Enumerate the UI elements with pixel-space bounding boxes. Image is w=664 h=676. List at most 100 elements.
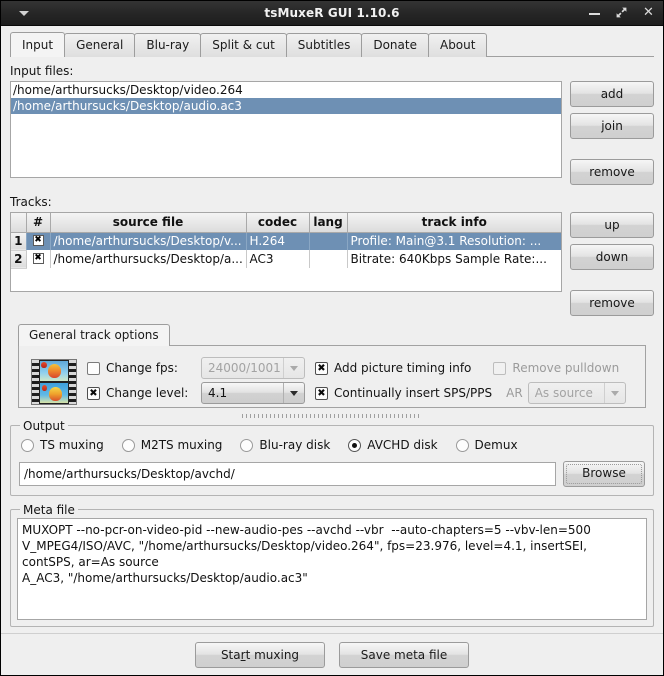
meta-file-textarea[interactable]: MUXOPT --no-pcr-on-video-pid --new-audio… [17, 518, 647, 620]
start-muxing-pre: Sta [220, 647, 241, 662]
tab-split-cut[interactable]: Split & cut [200, 33, 287, 57]
minimize-icon[interactable] [588, 6, 601, 20]
radio-m2ts-muxing[interactable]: M2TS muxing [121, 438, 222, 452]
column-header-number[interactable]: # [26, 213, 51, 233]
output-path-input[interactable]: /home/arthursucks/Desktop/avchd/ [19, 462, 556, 486]
change-level-combo[interactable]: 4.1 [201, 382, 305, 404]
output-group-label: Output [20, 419, 68, 433]
cell-lang [309, 250, 348, 268]
tab-general[interactable]: General [64, 33, 136, 57]
radio-ts-muxing[interactable]: TS muxing [21, 438, 104, 452]
panel-splitter[interactable] [10, 411, 654, 421]
continually-insert-sps-pps-label: Continually insert SPS/PPS [334, 386, 493, 400]
input-files-label: Input files: [10, 64, 74, 78]
start-muxing-button[interactable]: Start muxing [195, 641, 325, 668]
tracks-label: Tracks: [10, 195, 52, 209]
output-mode-radios: TS muxing M2TS muxing Blu-ray disk AVCHD… [21, 438, 645, 452]
splitter-handle-icon [242, 414, 422, 418]
track-options-grid: Change fps: 24000/1001 Add picture timin… [87, 356, 639, 405]
column-header-codec[interactable]: codec [246, 213, 310, 233]
move-up-button[interactable]: up [570, 212, 654, 238]
radio-demux-label: Demux [474, 438, 518, 452]
move-down-button[interactable]: down [570, 244, 654, 270]
input-files-row: /home/arthursucks/Desktop/video.264 /hom… [10, 81, 654, 185]
tab-input[interactable]: Input [10, 32, 66, 57]
tracks-table[interactable]: # source file codec lang track info 1 ✖ … [10, 212, 562, 292]
radio-avchd-disk[interactable]: AVCHD disk [348, 438, 438, 452]
column-header-corner [11, 213, 27, 233]
list-item[interactable]: /home/arthursucks/Desktop/audio.ac3 [11, 98, 561, 114]
cell-source-file: /home/arthursucks/Desktop/v... [50, 232, 247, 250]
continually-insert-sps-pps-checkbox[interactable]: Continually insert SPS/PPS [315, 386, 492, 400]
tsmuxer-gui-window: tsMuxeR GUI 1.10.6 ✕ Input General Blu-ray… [0, 0, 664, 676]
save-meta-file-button[interactable]: Save meta file [339, 641, 469, 668]
radio-icon [455, 438, 469, 452]
tracks-col: # source file codec lang track info 1 ✖ … [10, 212, 562, 292]
tracks-row: # source file codec lang track info 1 ✖ … [10, 212, 654, 316]
change-fps-combo[interactable]: 24000/1001 [201, 357, 305, 379]
radio-avchd-disk-label: AVCHD disk [367, 438, 438, 452]
tracks-buttons: up down remove [570, 212, 654, 316]
window-controls: ✕ [588, 1, 655, 25]
tab-subtitles[interactable]: Subtitles [285, 33, 363, 57]
checkbox-icon [493, 361, 507, 375]
tracks-grid: # source file codec lang track info 1 ✖ … [11, 213, 561, 269]
table-row[interactable]: 2 /home/arthursucks/Desktop/a... AC3 Bit… [11, 250, 561, 269]
chevron-down-icon [283, 383, 304, 403]
change-level-checkbox[interactable]: Change level: [87, 386, 201, 400]
track-enabled-checkbox[interactable] [26, 250, 51, 268]
cell-source-file: /home/arthursucks/Desktop/a... [50, 250, 247, 268]
join-button[interactable]: join [570, 113, 654, 139]
track-options-row-1: Change fps: 24000/1001 Add picture timin… [87, 356, 639, 380]
radio-blu-ray-disk[interactable]: Blu-ray disk [240, 438, 330, 452]
radio-icon [240, 438, 254, 452]
output-group: Output TS muxing M2TS muxing Blu-ray dis… [10, 419, 654, 496]
meta-file-line: A_AC3, "/home/arthursucks/Desktop/audio.… [22, 571, 308, 585]
radio-icon [21, 438, 34, 452]
cell-track-info: Profile: Main@3.1 Resolution: ... [347, 232, 561, 250]
cell-lang [309, 232, 348, 250]
remove-pulldown-label: Remove pulldown [512, 361, 620, 375]
tab-about[interactable]: About [427, 33, 488, 57]
close-icon[interactable]: ✕ [642, 6, 655, 20]
maximize-icon[interactable] [615, 6, 628, 20]
meta-file-line: MUXOPT --no-pcr-on-video-pid --new-audio… [22, 523, 591, 537]
checkbox-icon [87, 361, 100, 375]
row-number: 1 [11, 232, 27, 251]
add-picture-timing-label: Add picture timing info [334, 361, 472, 375]
chevron-down-icon [603, 383, 625, 403]
meta-file-group: Meta file MUXOPT --no-pcr-on-video-pid -… [10, 503, 654, 627]
radio-blu-ray-disk-label: Blu-ray disk [259, 438, 331, 452]
list-item[interactable]: /home/arthursucks/Desktop/video.264 [11, 82, 561, 98]
radio-icon [121, 438, 135, 452]
remove-input-button[interactable]: remove [570, 159, 654, 185]
checkbox-icon [32, 235, 44, 247]
tab-blu-ray[interactable]: Blu-ray [134, 33, 202, 57]
browse-button[interactable]: Browse [563, 461, 645, 487]
radio-icon [348, 438, 362, 452]
chevron-down-icon [283, 358, 304, 378]
column-header-track-info[interactable]: track info [347, 213, 561, 233]
general-track-options-group: General track options Change fps: 24000/… [10, 324, 654, 408]
remove-pulldown-checkbox: Remove pulldown [493, 361, 619, 375]
remove-track-button[interactable]: remove [570, 290, 654, 316]
change-fps-checkbox[interactable]: Change fps: [87, 361, 201, 375]
title-bar: tsMuxeR GUI 1.10.6 ✕ [1, 1, 663, 26]
radio-demux[interactable]: Demux [455, 438, 518, 452]
radio-ts-muxing-label: TS muxing [40, 438, 104, 452]
main-tab-bar: Input General Blu-ray Split & cut Subtitles D… [1, 32, 663, 57]
aspect-ratio-label: AR [506, 386, 523, 400]
tracks-header-row: # source file codec lang track info [11, 213, 561, 233]
window-title: tsMuxeR GUI 1.10.6 [264, 6, 400, 20]
input-files-list[interactable]: /home/arthursucks/Desktop/video.264 /hom… [10, 81, 562, 178]
checkbox-icon [32, 253, 44, 264]
tab-donate[interactable]: Donate [361, 33, 429, 57]
column-header-source[interactable]: source file [50, 213, 247, 233]
table-row[interactable]: 1 /home/arthursucks/Desktop/v... H.264 P… [11, 232, 561, 251]
add-picture-timing-checkbox[interactable]: Add picture timing info [315, 361, 471, 375]
tab-general-track-options[interactable]: General track options [18, 324, 170, 346]
start-muxing-post: t muxing [245, 647, 300, 662]
add-button[interactable]: add [570, 81, 654, 107]
column-header-lang[interactable]: lang [309, 213, 348, 233]
track-enabled-checkbox[interactable] [26, 232, 51, 250]
